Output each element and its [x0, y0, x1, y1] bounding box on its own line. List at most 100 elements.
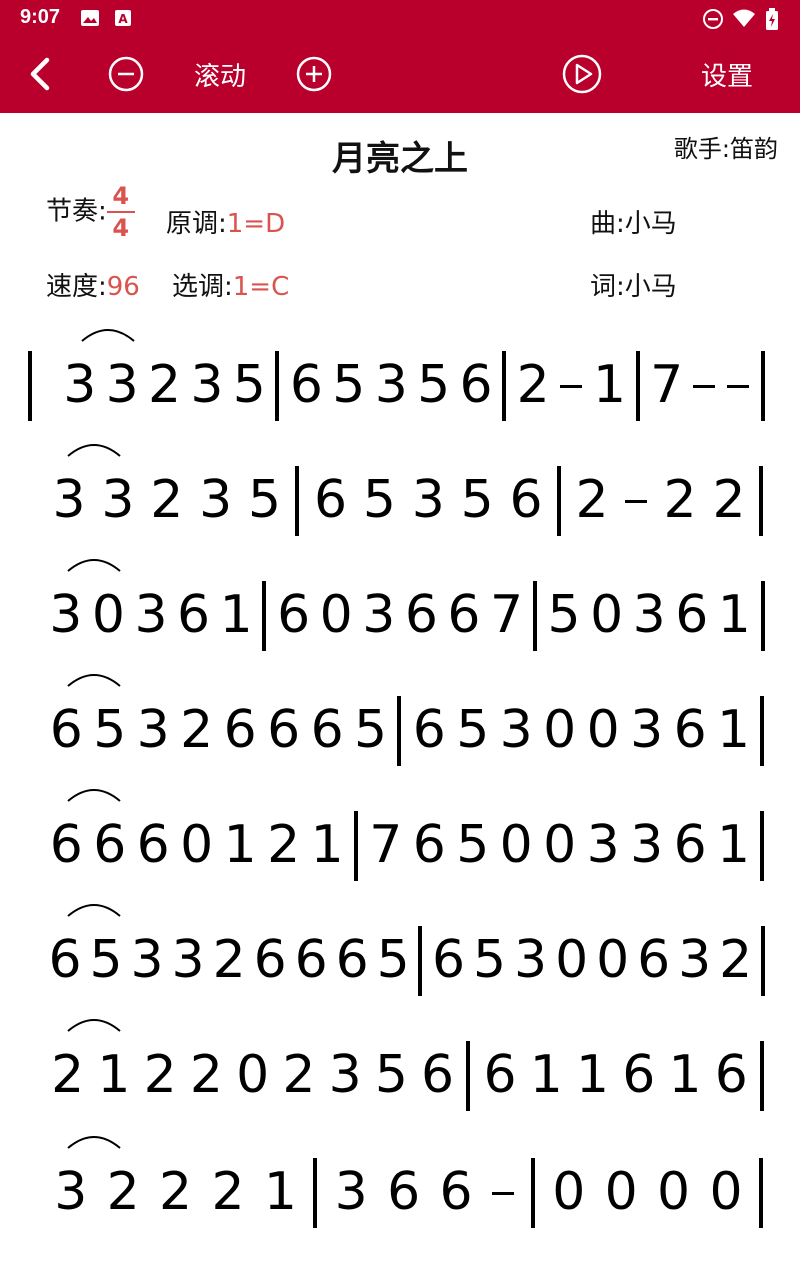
note: 3: [678, 930, 712, 990]
scroll-toggle-button[interactable]: 滚动: [190, 56, 250, 93]
battery-icon: [765, 8, 779, 34]
note: 3: [54, 1162, 88, 1222]
settings-button[interactable]: 设置: [697, 56, 757, 93]
selected-key-label: 选调:: [172, 272, 233, 302]
note: 6: [223, 700, 257, 760]
a-badge-icon: A: [113, 8, 133, 32]
note: 6: [335, 930, 369, 990]
notation-row: 212202356611616: [0, 1019, 800, 1133]
note: 1: [717, 585, 751, 645]
note: 0: [236, 1045, 270, 1105]
play-button[interactable]: [561, 53, 603, 95]
note: 2: [719, 930, 753, 990]
bar-line: [466, 1041, 471, 1111]
note: 6: [412, 700, 446, 760]
note: 3: [101, 470, 135, 530]
note: 7: [369, 815, 403, 875]
composer-label: 曲:小马: [590, 209, 677, 239]
play-circle-icon: [562, 54, 602, 94]
note: 1: [529, 1045, 563, 1105]
note: 3: [190, 355, 224, 415]
tempo-value: 96: [106, 272, 140, 302]
bar-line: [556, 466, 561, 536]
time-signature-top: 4: [112, 182, 130, 210]
note: 0: [319, 585, 353, 645]
toolbar: 滚动 设置: [0, 36, 800, 113]
notation-row: 65332666565300632: [0, 904, 800, 1018]
note: 3: [630, 700, 664, 760]
note: 1: [263, 1162, 297, 1222]
note: 0: [709, 1162, 743, 1222]
original-key-label: 原调:: [166, 209, 227, 239]
note: 3: [514, 930, 548, 990]
status-time: 9:07: [20, 6, 61, 28]
note: 2: [663, 470, 697, 530]
tempo-info: 速度:96: [46, 266, 140, 303]
sustain-dash: [559, 385, 582, 388]
note: 3: [105, 355, 139, 415]
note: 3: [586, 815, 620, 875]
note: 5: [460, 470, 494, 530]
note: 6: [459, 355, 493, 415]
note: 1: [668, 1045, 702, 1105]
time-signature: 44: [106, 182, 135, 241]
slur-mark: [67, 1019, 121, 1032]
rhythm-info: 节奏: 4 4: [46, 183, 135, 241]
note: 0: [91, 585, 125, 645]
note: 1: [592, 355, 627, 415]
sustain-dash: [491, 1192, 514, 1195]
image-icon: [80, 8, 100, 32]
note: 3: [411, 470, 445, 530]
note: 3: [499, 700, 533, 760]
note: 0: [590, 585, 624, 645]
minus-circle-icon: [108, 56, 144, 92]
lyricist-label: 词:小马: [590, 272, 677, 302]
note: 1: [717, 815, 751, 875]
note: 3: [632, 585, 666, 645]
score-sheet: 月亮之上 歌手:笛韵 节奏: 4 4 原调:1=D 曲:小马 速度:96 选调:1=…: [0, 113, 800, 1280]
note: 3: [199, 470, 233, 530]
bar-line: [760, 811, 765, 881]
dnd-icon: [702, 8, 724, 34]
note: 6: [714, 1045, 748, 1105]
note: 0: [180, 815, 214, 875]
notation-row: 3036160366750361: [0, 559, 800, 673]
note: 2: [712, 470, 746, 530]
notation-row: 6532666565300361: [0, 674, 800, 788]
note: 6: [49, 700, 83, 760]
speed-increase-button[interactable]: [294, 54, 334, 94]
slur-mark: [67, 444, 121, 457]
bar-line: [295, 466, 299, 536]
note: 2: [147, 355, 182, 415]
note: 6: [675, 585, 709, 645]
bar-line: [262, 581, 267, 651]
note: 5: [232, 355, 266, 415]
svg-text:A: A: [118, 12, 128, 26]
bar-line: [530, 1158, 535, 1228]
speed-decrease-button[interactable]: [106, 54, 146, 94]
note: 0: [555, 930, 589, 990]
plus-circle-icon: [296, 56, 332, 92]
note: 6: [432, 930, 466, 990]
note: 3: [52, 470, 86, 530]
bar-line: [275, 351, 280, 421]
note: 5: [417, 355, 451, 415]
note: 6: [277, 585, 311, 645]
note: 3: [328, 1045, 362, 1105]
note: 1: [310, 815, 344, 875]
note: 5: [473, 930, 507, 990]
note: 6: [267, 700, 301, 760]
sustain-dash: [727, 385, 750, 388]
note: 6: [310, 700, 344, 760]
note: 1: [97, 1045, 131, 1105]
note: 6: [314, 470, 348, 530]
note: 3: [136, 700, 170, 760]
original-key-info: 原调:1=D: [166, 203, 285, 240]
note: 6: [177, 585, 211, 645]
note: 0: [657, 1162, 691, 1222]
note: 2: [516, 355, 550, 415]
back-button[interactable]: [20, 54, 60, 94]
note: 2: [211, 1162, 245, 1222]
note: 2: [575, 470, 609, 530]
note: 2: [51, 1045, 85, 1105]
